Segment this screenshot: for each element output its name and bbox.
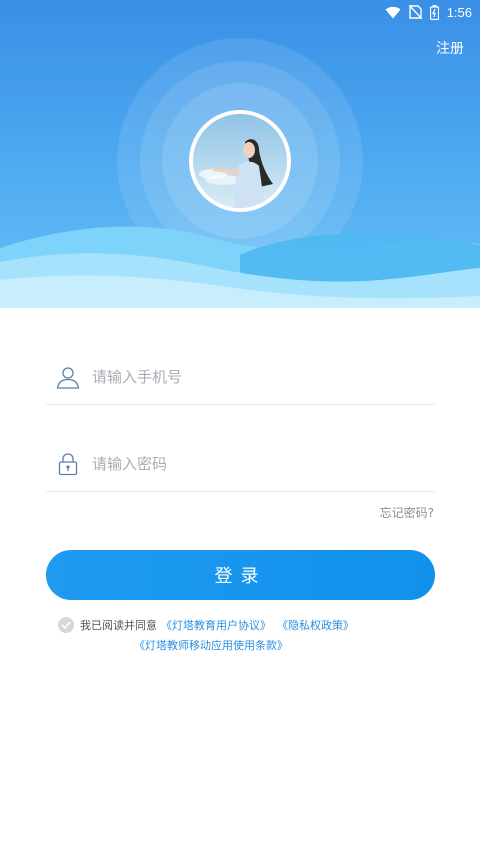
agreement-section: 我已阅读并同意 《灯塔教育用户协议》 《隐私权政策》 《灯塔教师移动应用使用条款… xyxy=(58,617,438,653)
user-icon xyxy=(56,365,80,389)
teacher-terms-link[interactable]: 《灯塔教师移动应用使用条款》 xyxy=(134,639,288,652)
agreement-row-2: 《灯塔教师移动应用使用条款》 xyxy=(58,637,438,653)
status-bar: 1:56 xyxy=(0,0,480,24)
lock-icon xyxy=(56,452,80,476)
agreement-prefix: 我已阅读并同意 xyxy=(80,619,157,632)
privacy-policy-link[interactable]: 《隐私权政策》 xyxy=(277,617,354,633)
login-button[interactable]: 登录 xyxy=(46,550,435,600)
sim-off-icon xyxy=(408,5,422,19)
register-link[interactable]: 注册 xyxy=(436,38,464,58)
forgot-password-link[interactable]: 忘记密码? xyxy=(380,504,434,521)
phone-field xyxy=(46,350,435,405)
avatar-photo xyxy=(193,114,287,208)
checkmark-icon xyxy=(61,621,71,629)
avatar[interactable] xyxy=(189,110,291,212)
agreement-row: 我已阅读并同意 《灯塔教育用户协议》 《隐私权政策》 xyxy=(58,617,438,633)
password-input[interactable] xyxy=(92,455,435,473)
battery-icon xyxy=(429,4,439,20)
status-time: 1:56 xyxy=(446,4,472,20)
agree-checkbox[interactable] xyxy=(58,617,74,633)
password-field xyxy=(46,437,435,492)
phone-input[interactable] xyxy=(92,368,435,386)
login-form xyxy=(46,350,435,492)
user-agreement-link[interactable]: 《灯塔教育用户协议》 xyxy=(161,617,271,633)
decorative-waves xyxy=(0,226,480,308)
header-banner: 1:56 注册 xyxy=(0,0,480,308)
wifi-icon xyxy=(385,6,401,19)
